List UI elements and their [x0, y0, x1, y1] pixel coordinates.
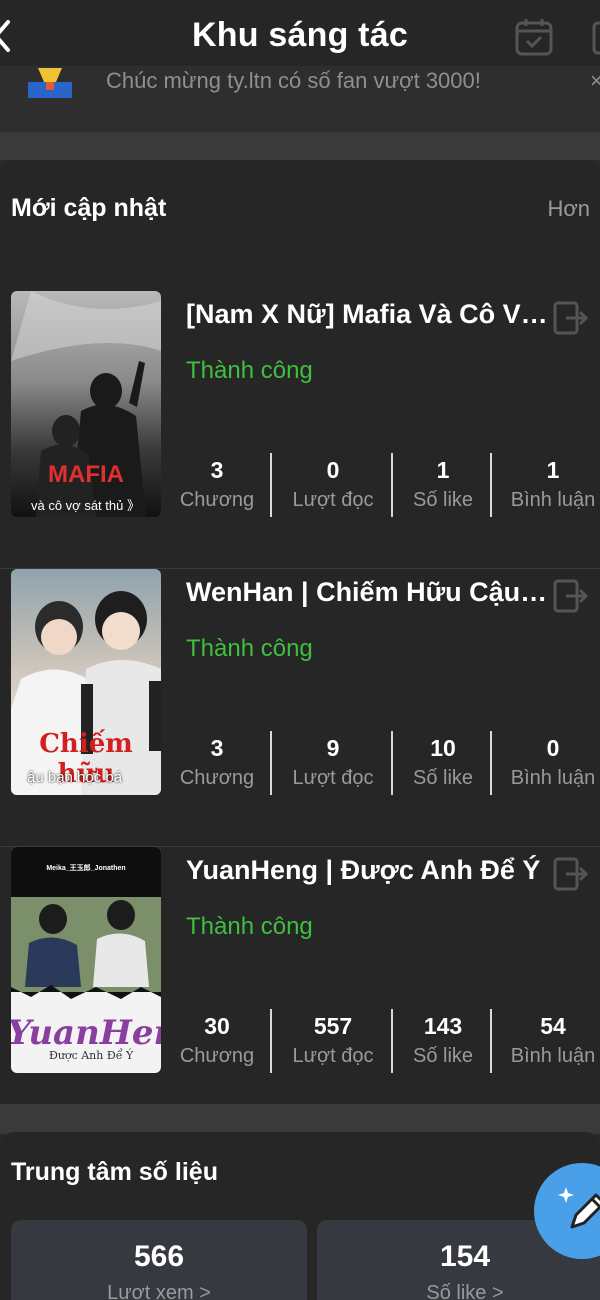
cover-caption: Được Anh Để Ý	[49, 1049, 134, 1062]
status-badge: Thành công	[186, 913, 313, 940]
recent-section: Mới cập nhật Hơn MAFIA và cô vợ sát thủ …	[0, 160, 600, 1125]
stat-divider	[490, 731, 492, 795]
more-link[interactable]: Hơn	[547, 196, 590, 222]
story-cover[interactable]: Meika_王玉郎_Jonathen YuanHeng Được Anh Để …	[11, 847, 161, 1073]
page-title: Khu sáng tác	[192, 16, 408, 54]
exit-icon[interactable]	[552, 578, 588, 614]
story-item[interactable]: Chiếm hữu ậu bạn học bá WenHan | Chiếm H…	[0, 569, 600, 847]
cover-title: YuanHeng	[11, 1013, 161, 1053]
calendar-icon[interactable]	[514, 17, 554, 57]
edit-icon	[558, 1187, 600, 1229]
stat-reads: 0 Lượt đọc	[292, 457, 374, 511]
views-card[interactable]: 566 Lượt xem >	[11, 1220, 307, 1300]
stat-reads: 557 Lượt đọc	[292, 1013, 374, 1067]
stat-comments: 0 Bình luận	[510, 735, 596, 789]
stat-divider	[391, 731, 393, 795]
status-badge: Thành công	[186, 357, 313, 384]
stat-divider	[270, 731, 272, 795]
views-label: Lượt xem >	[107, 1282, 211, 1300]
cover-caption: và cô vợ sát thủ 》	[31, 498, 140, 513]
stat-chapters: 3 Chương	[179, 457, 255, 511]
stat-likes: 10 Số like	[412, 735, 474, 789]
stat-likes: 143 Số like	[412, 1013, 474, 1067]
close-icon[interactable]: ×	[590, 68, 600, 94]
exit-icon[interactable]	[552, 300, 588, 336]
announcement-text: Chúc mừng ty.ltn có số fan vượt 3000!	[106, 68, 481, 93]
stat-chapters: 3 Chương	[179, 735, 255, 789]
story-title[interactable]: [Nam X Nữ] Mafia Và Cô Vợ...	[186, 299, 548, 330]
trophy-icon	[28, 68, 72, 98]
stat-divider	[391, 1009, 393, 1073]
cover-caption: ậu bạn học bá	[27, 769, 123, 786]
stat-comments: 54 Bình luận	[510, 1013, 596, 1067]
likes-label: Số like >	[426, 1282, 504, 1300]
story-title[interactable]: WenHan | Chiếm Hữu Cậu ...	[186, 577, 548, 608]
menu-icon[interactable]	[588, 17, 600, 57]
data-center-section: Trung tâm số liệu 566 Lượt xem > 154 Số …	[0, 1132, 600, 1300]
stat-reads: 9 Lượt đọc	[292, 735, 374, 789]
exit-icon[interactable]	[552, 856, 588, 892]
story-item[interactable]: MAFIA và cô vợ sát thủ 》 [Nam X Nữ] Mafi…	[0, 291, 600, 569]
views-count: 566	[133, 1240, 185, 1273]
stat-likes: 1 Số like	[412, 457, 474, 511]
stat-chapters: 30 Chương	[179, 1013, 255, 1067]
status-badge: Thành công	[186, 635, 313, 662]
story-item[interactable]: Meika_王玉郎_Jonathen YuanHeng Được Anh Để …	[0, 847, 600, 1125]
stat-divider	[391, 453, 393, 517]
stat-divider	[270, 453, 272, 517]
cover-title: MAFIA	[48, 461, 124, 488]
announcement-bar[interactable]: Chúc mừng ty.ltn có số fan vượt 3000! ×	[0, 66, 600, 132]
stat-divider	[490, 1009, 492, 1073]
stat-divider	[270, 1009, 272, 1073]
stat-comments: 1 Bình luận	[510, 457, 596, 511]
story-title[interactable]: YuanHeng | Được Anh Để Ý	[186, 855, 548, 886]
story-cover[interactable]: MAFIA và cô vợ sát thủ 》	[11, 291, 161, 517]
divider	[0, 1104, 600, 1134]
story-cover[interactable]: Chiếm hữu ậu bạn học bá	[11, 569, 161, 795]
section-title: Mới cập nhật	[11, 194, 167, 222]
stat-divider	[490, 453, 492, 517]
divider	[0, 132, 600, 160]
section-title: Trung tâm số liệu	[11, 1158, 218, 1186]
